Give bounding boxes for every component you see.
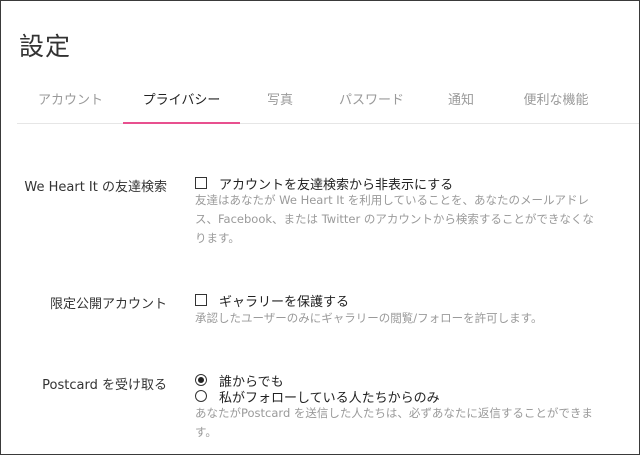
postcard-help: あなたがPostcard を送信した人たちは、必ずあなたに返信することができます… <box>195 406 593 439</box>
hide-from-friend-search-checkbox[interactable] <box>195 177 207 189</box>
tab-account[interactable]: アカウント <box>38 79 103 123</box>
hide-from-friend-search-label[interactable]: アカウントを友達検索から非表示にする <box>219 174 453 193</box>
limited-account-label: 限定公開アカウント <box>49 297 167 312</box>
tab-privacy[interactable]: プライバシー <box>123 79 240 124</box>
settings-tabs: アカウント プライバシー 写真 パスワード 通知 便利な機能 <box>17 79 639 124</box>
limited-account-help: 承認したユーザーのみにギャラリーの閲覧/フォローを許可します。 <box>195 311 543 325</box>
tab-notifications[interactable]: 通知 <box>446 79 476 123</box>
page-title: 設定 <box>19 32 72 61</box>
postcard-from-anyone-radio[interactable] <box>195 374 207 386</box>
postcard-from-following-radio[interactable] <box>195 390 207 402</box>
postcard-label: Postcard を受け取る <box>42 378 167 393</box>
protect-gallery-option[interactable]: ギャラリーを保護する <box>195 291 349 310</box>
hide-from-friend-search-option[interactable]: アカウントを友達検索から非表示にする <box>195 174 453 193</box>
tab-useful-features[interactable]: 便利な機能 <box>521 79 591 123</box>
friend-search-label: We Heart It の友達検索 <box>24 180 167 195</box>
protect-gallery-label[interactable]: ギャラリーを保護する <box>219 291 349 310</box>
friend-search-help: 友達はあなたが We Heart It を利用していることを、あなたのメールアド… <box>195 193 594 245</box>
tab-password[interactable]: パスワード <box>339 79 404 123</box>
postcard-from-following-label[interactable]: 私がフォローしている人たちからのみ <box>219 387 440 406</box>
protect-gallery-checkbox[interactable] <box>195 294 207 306</box>
settings-window: 設定 アカウント プライバシー 写真 パスワード 通知 便利な機能 We Hea… <box>0 0 640 455</box>
tab-photos[interactable]: 写真 <box>265 79 295 123</box>
postcard-from-following-option[interactable]: 私がフォローしている人たちからのみ <box>195 387 440 406</box>
